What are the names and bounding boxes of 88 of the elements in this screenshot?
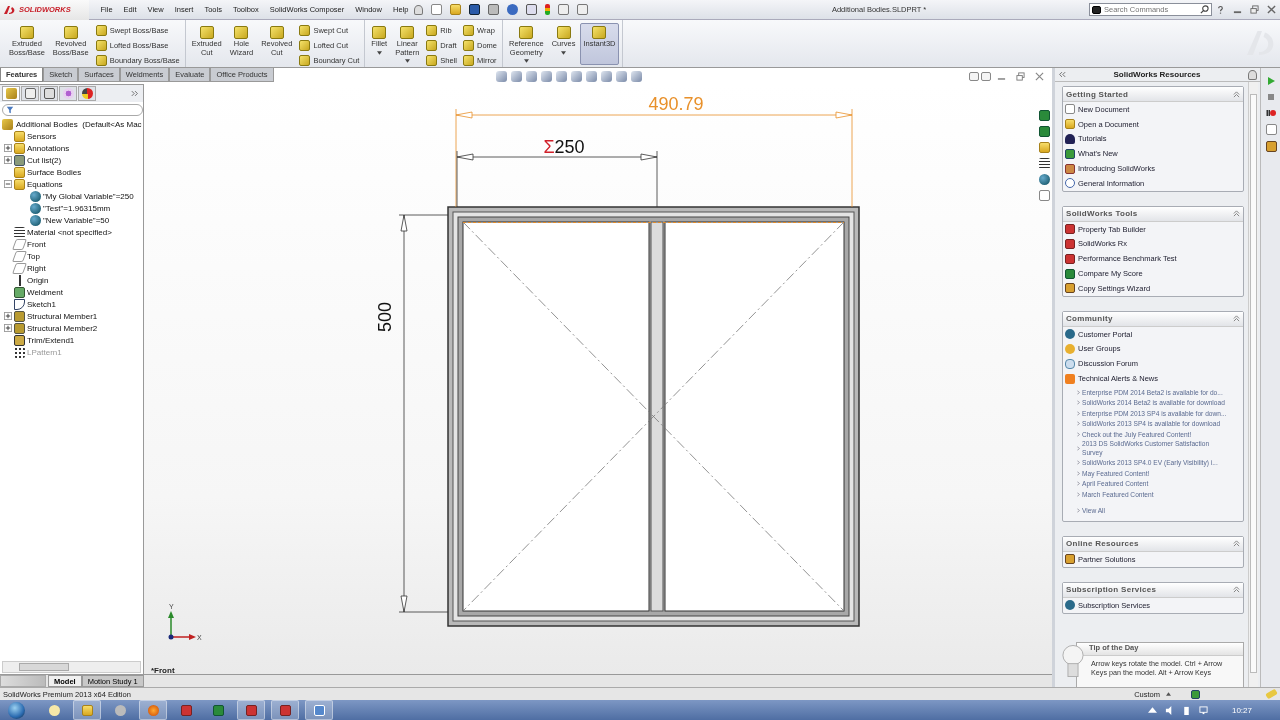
panel-tab[interactable] <box>40 86 58 101</box>
tree-item[interactable]: Material <not specified> <box>27 227 112 237</box>
expand-icon[interactable] <box>4 156 12 164</box>
panel-tab[interactable] <box>21 86 39 101</box>
dimension-line[interactable] <box>398 214 449 613</box>
tree-item[interactable]: Structural Member1 <box>27 311 98 321</box>
taskbar-button[interactable] <box>305 700 333 720</box>
tree-item[interactable]: Sensors <box>27 131 57 141</box>
filter-icon <box>6 106 14 114</box>
tree-item[interactable]: Origin <box>27 275 49 285</box>
expand-icon[interactable] <box>4 312 12 320</box>
section-title: Getting Started <box>1066 89 1130 99</box>
caret-icon[interactable] <box>404 59 410 63</box>
view-name: *Front <box>151 666 175 674</box>
section-title: Community <box>1066 314 1114 324</box>
collapse-icon[interactable] <box>1233 540 1240 548</box>
speaker-icon[interactable] <box>1164 705 1174 715</box>
section-title: Subscription Services <box>1066 585 1158 595</box>
plane-icon <box>12 262 27 274</box>
traffic-light-icon[interactable] <box>544 4 550 15</box>
caret-icon[interactable] <box>376 50 382 55</box>
tree-item[interactable]: "My Global Variable"=250 <box>43 191 134 201</box>
taskbar-button[interactable] <box>237 700 265 720</box>
pattern-icon <box>14 346 25 358</box>
close-icon[interactable] <box>1267 5 1276 14</box>
search-icon[interactable] <box>1200 5 1209 14</box>
document-icon <box>1065 104 1075 115</box>
tree-item[interactable]: Trim/Extend1 <box>27 335 75 345</box>
dimension-line[interactable] <box>455 108 853 208</box>
globe-icon <box>30 190 41 202</box>
collapse-icon[interactable] <box>1058 71 1066 78</box>
tree-item[interactable]: "New Variable"=50 <box>43 215 110 225</box>
chevron-icon <box>1077 508 1080 514</box>
tree-item[interactable]: Front <box>27 239 46 249</box>
scrollbar[interactable] <box>2 661 141 673</box>
record-icon[interactable] <box>1266 108 1276 118</box>
tree-item[interactable]: Weldment <box>27 287 63 297</box>
tree-item[interactable]: Cut list(2) <box>27 155 62 165</box>
tree-item[interactable]: Sketch1 <box>27 299 56 309</box>
collapse-icon[interactable] <box>1233 210 1240 218</box>
tree-item[interactable]: Additional Bodies (Default<As Mac <box>16 119 142 129</box>
axis-triad-icon <box>168 611 196 640</box>
sketch-icon <box>14 298 25 310</box>
collapse-icon[interactable] <box>4 180 12 188</box>
caret-icon[interactable] <box>1166 692 1171 696</box>
pie-icon <box>81 88 93 99</box>
pin-icon[interactable] <box>1248 69 1257 80</box>
start-button[interactable] <box>8 701 25 719</box>
globe-icon <box>30 214 41 226</box>
new-document-icon[interactable] <box>430 4 442 15</box>
collapse-icon[interactable] <box>1233 586 1240 594</box>
document-icon[interactable] <box>1265 124 1277 135</box>
dimension-value[interactable]: Σ250 <box>543 137 585 157</box>
restore-icon[interactable] <box>1016 71 1025 81</box>
plane-icon <box>12 250 27 262</box>
tree-item[interactable]: Surface Bodies <box>27 167 82 177</box>
tree-item[interactable]: Structural Member2 <box>27 323 98 333</box>
panel-tab[interactable] <box>78 86 96 101</box>
expand-panel-icon[interactable] <box>131 90 139 97</box>
close-icon[interactable] <box>1035 71 1044 81</box>
expand-icon[interactable] <box>4 144 12 152</box>
tree-item[interactable]: Top <box>27 251 40 261</box>
plane-icon <box>12 238 27 250</box>
stop-icon[interactable] <box>1266 92 1276 102</box>
play-icon[interactable] <box>1266 76 1276 86</box>
dimension-value[interactable]: 500 <box>375 302 395 332</box>
chevron-icon <box>1077 445 1080 451</box>
taskbar-button[interactable] <box>271 700 299 720</box>
panel-title: SolidWorks Resources <box>1112 70 1202 79</box>
pin-icon[interactable] <box>413 4 423 15</box>
tree-item[interactable]: "Test"=1.96315mm <box>43 203 111 213</box>
restore-icon[interactable] <box>1250 5 1259 14</box>
tree-item[interactable]: Annotations <box>27 143 70 153</box>
expand-icon[interactable] <box>4 324 12 332</box>
globe-icon <box>30 202 41 214</box>
clock[interactable]: 10:27 <box>1231 705 1252 715</box>
battery-icon[interactable] <box>1181 705 1191 715</box>
tree-item[interactable]: Right <box>27 263 46 273</box>
terminal-icon <box>1092 5 1101 14</box>
document-icon[interactable] <box>1039 190 1050 201</box>
scrollbar[interactable] <box>1248 82 1258 687</box>
section-title: Online Resources <box>1066 539 1140 549</box>
caret-icon[interactable] <box>561 50 566 55</box>
collapse-icon[interactable] <box>1233 90 1240 98</box>
section-title: SolidWorks Tools <box>1066 209 1139 219</box>
collapse-icon[interactable] <box>1233 315 1240 323</box>
tree-item[interactable]: Equations <box>27 179 63 189</box>
caret-icon[interactable] <box>523 59 529 63</box>
